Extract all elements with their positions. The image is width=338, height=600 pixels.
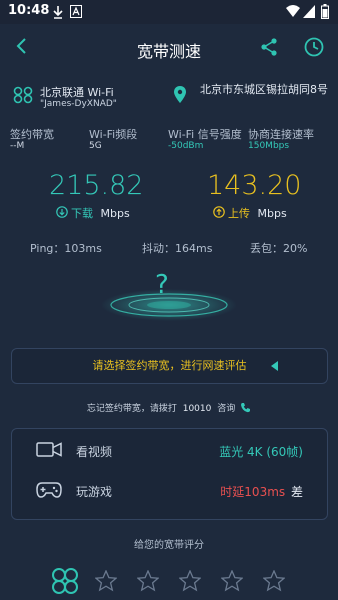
- prompt-text: 请选择签约带宽，进行网速评估: [92, 359, 247, 372]
- upload-unit: Mbps: [257, 207, 287, 220]
- rating-title: 给您的宽带评分: [134, 540, 204, 551]
- download-speed-value: 215.82: [49, 170, 144, 201]
- download-label-group: 下载 Mbps: [71, 205, 130, 221]
- rating-star-5[interactable]: [263, 570, 285, 592]
- app-bar: 宽带测速: [0, 24, 338, 74]
- upload-label-group: 上传 Mbps: [228, 205, 287, 221]
- stat-label-wifi-signal: Wi-Fi 信号强度: [168, 128, 242, 141]
- page-title: 宽带测速: [136, 42, 201, 61]
- download-arrow-icon: [56, 206, 68, 218]
- battery-icon: [321, 4, 329, 19]
- wifi-status-icon: [286, 5, 300, 17]
- upload-label: 上传: [228, 207, 250, 220]
- status-bar: 10:48: [0, 0, 338, 24]
- signal-status-icon: [303, 5, 315, 18]
- speed-gauge: [101, 289, 237, 321]
- stat-value-link-rate: 150Mbps: [248, 141, 290, 151]
- gaming-label: 玩游戏: [76, 485, 113, 499]
- gaming-latency-value: 时延103ms: [220, 485, 286, 499]
- jitter-metric: 抖动：164ms: [142, 242, 213, 255]
- video-label: 看视频: [76, 445, 113, 459]
- download-notification-icon: [53, 6, 63, 19]
- stat-label-contract-bandwidth: 签约带宽: [10, 128, 54, 141]
- ping-metric: Ping：103ms: [30, 242, 102, 255]
- history-clock-icon[interactable]: [304, 37, 324, 57]
- hint-line: 忘记签约带宽，请拨打 10010 咨询: [0, 401, 338, 414]
- unicom-logo-icon: [13, 86, 33, 104]
- phone-icon[interactable]: [240, 402, 251, 413]
- app-notification-icon: [70, 5, 82, 18]
- gaming-value-group: 时延103ms 差: [220, 483, 303, 500]
- stat-value-wifi-signal: -50dBm: [168, 141, 204, 151]
- gamepad-icon: [36, 482, 62, 498]
- video-camera-icon: [36, 442, 62, 457]
- hint-text: 忘记签约带宽，请拨打: [86, 404, 177, 414]
- rating-star-1[interactable]: [95, 570, 117, 592]
- rating-star-4[interactable]: [221, 570, 243, 592]
- download-unit: Mbps: [100, 207, 130, 220]
- upload-arrow-icon: [213, 206, 225, 218]
- stat-value-contract-bandwidth: --M: [10, 141, 25, 151]
- hotline-number[interactable]: 10010: [183, 404, 212, 414]
- hint-suffix: 咨询: [217, 404, 236, 414]
- select-bandwidth-prompt[interactable]: 请选择签约带宽，进行网速评估: [11, 348, 328, 384]
- gauge-question-mark: ?: [155, 270, 169, 300]
- share-icon[interactable]: [260, 38, 278, 56]
- caret-left-icon: [271, 361, 278, 371]
- unicom-watermark-icon: [52, 568, 78, 594]
- rating-star-3[interactable]: [179, 570, 201, 592]
- wifi-ssid: "James-DyXNAD": [40, 99, 117, 109]
- rating-star-2[interactable]: [137, 570, 159, 592]
- status-time: 10:48: [8, 3, 50, 18]
- experience-panel: 看视频 蓝光 4K (60帧) 玩游戏 时延103ms 差: [11, 428, 328, 520]
- download-label: 下载: [71, 207, 93, 220]
- stat-label-link-rate: 协商连接速率: [248, 128, 314, 141]
- location-pin-icon: [174, 86, 186, 103]
- stat-label-wifi-band: Wi-Fi频段: [89, 128, 138, 141]
- stat-value-wifi-band: 5G: [89, 141, 102, 151]
- video-quality-value: 蓝光 4K (60帧): [219, 445, 303, 459]
- packet-loss-metric: 丢包：20%: [250, 242, 308, 255]
- gaming-rating: 差: [290, 485, 303, 499]
- location-address: 北京市东城区锡拉胡同8号: [200, 83, 328, 96]
- isp-name: 北京联通 Wi-Fi: [40, 86, 114, 99]
- upload-speed-value: 143.20: [207, 170, 302, 201]
